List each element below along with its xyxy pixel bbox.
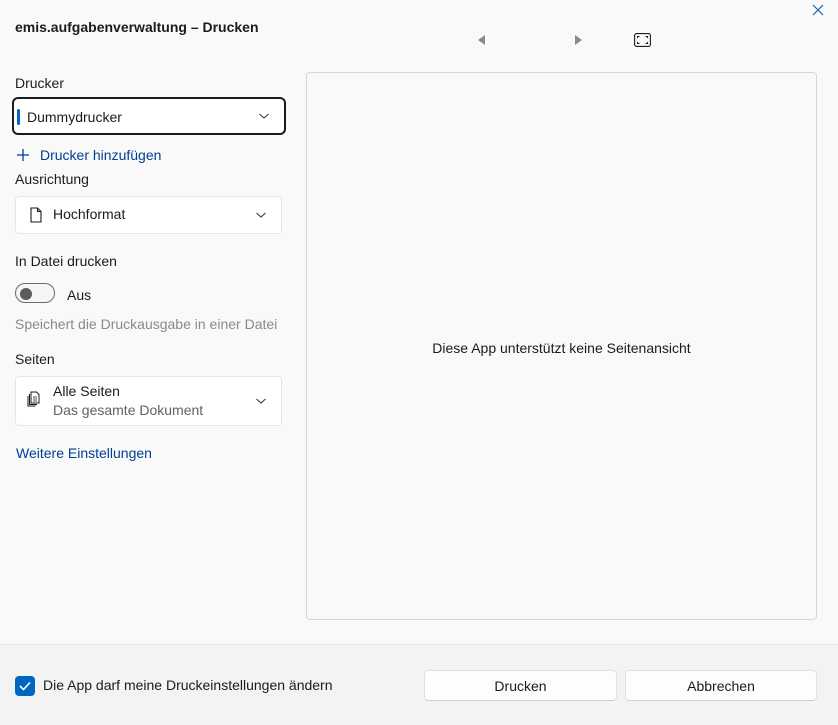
pages-dropdown[interactable]: Alle Seiten Das gesamte Dokument [15,376,282,426]
orientation-selected-value: Hochformat [53,206,126,222]
dialog-title: emis.aufgabenverwaltung – Drucken [15,19,259,35]
allow-app-settings-checkbox[interactable] [15,676,35,696]
pages-label: Seiten [15,351,55,367]
chevron-down-icon [255,397,267,405]
previous-page-button[interactable] [474,32,490,48]
close-button[interactable] [808,1,828,19]
pages-selected-subtitle: Das gesamte Dokument [53,402,204,418]
document-icon [30,207,42,223]
chevron-down-icon [255,211,267,219]
printer-selected-value: Dummydrucker [27,109,122,125]
toggle-knob [20,288,32,300]
preview-message: Diese App unterstützt keine Seitenansich… [432,340,691,356]
chevron-down-icon [258,112,270,120]
orientation-label: Ausrichtung [15,171,89,187]
add-printer-link[interactable]: Drucker hinzufügen [40,147,161,163]
more-settings-link[interactable]: Weitere Einstellungen [16,445,152,461]
next-page-button[interactable] [570,32,586,48]
fit-to-window-button[interactable] [633,31,651,48]
printer-label: Drucker [15,75,65,91]
print-to-file-description: Speichert die Druckausgabe in einer Date… [15,316,278,332]
orientation-dropdown[interactable]: Hochformat [15,196,282,234]
toggle-state-text: Aus [67,287,92,303]
pages-selected-value: Alle Seiten [53,383,120,399]
allow-app-settings-label: Die App darf meine Druckeinstellungen än… [43,677,333,693]
documents-stack-icon [27,391,40,407]
triangle-right-icon [575,35,582,45]
selection-indicator [17,109,20,125]
fit-page-icon [633,32,651,47]
print-preview-area: Diese App unterstützt keine Seitenansich… [306,72,817,620]
print-button[interactable]: Drucken [424,670,617,701]
print-to-file-label: In Datei drucken [15,253,117,269]
cancel-button[interactable]: Abbrechen [625,670,817,701]
printer-dropdown[interactable]: Dummydrucker [12,97,286,135]
close-icon [812,4,824,16]
checkmark-icon [19,681,31,691]
print-to-file-toggle[interactable] [15,283,55,303]
plus-icon[interactable] [16,148,30,162]
triangle-left-icon [478,35,485,45]
